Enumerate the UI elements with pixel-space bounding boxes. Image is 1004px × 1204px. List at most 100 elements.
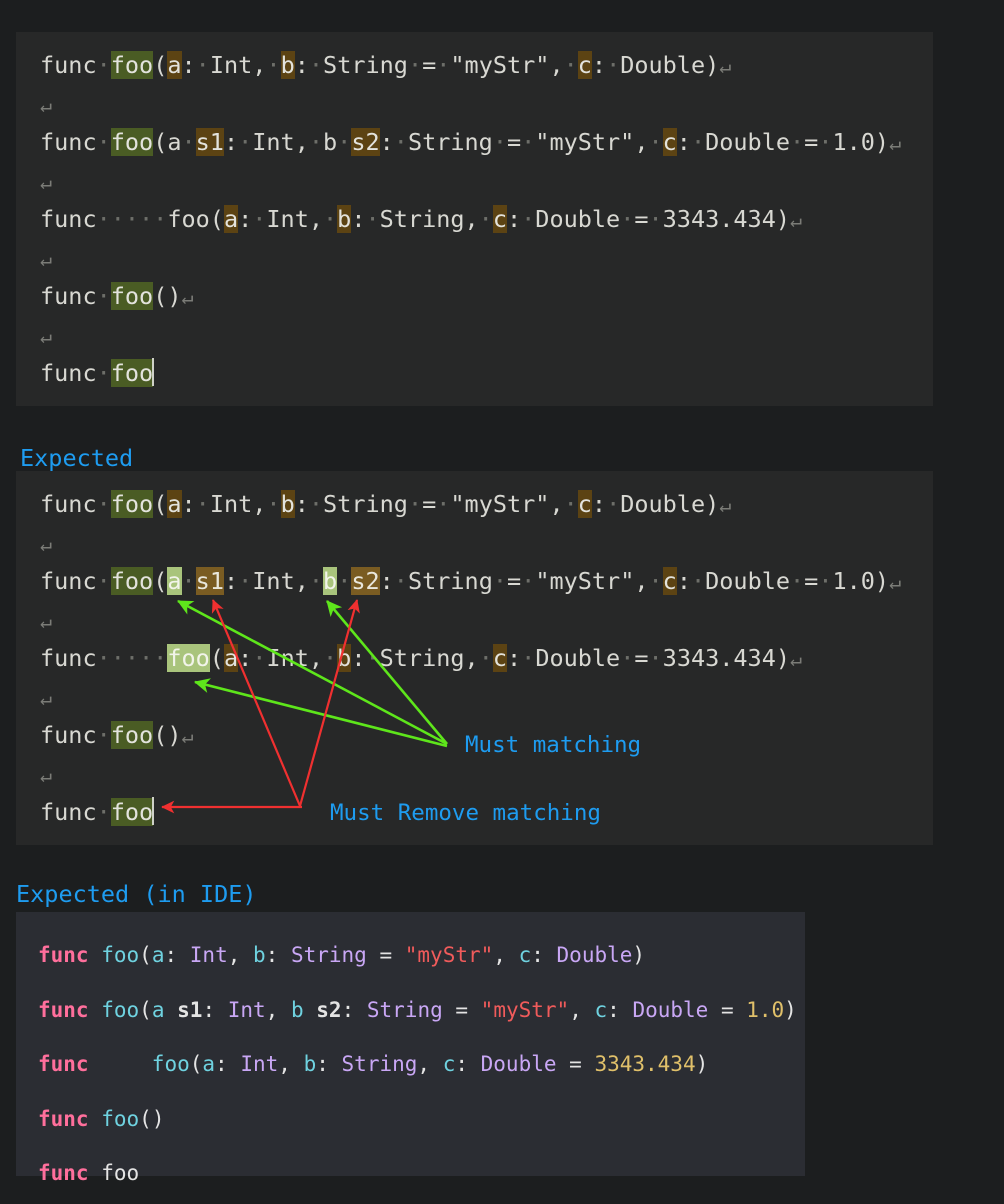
code-token: Int, bbox=[209, 490, 267, 518]
expected-line: func·foo(a:·Int,·b:·String·=·"myStr",·c:… bbox=[40, 485, 933, 524]
code-token: Double bbox=[632, 997, 709, 1022]
highlight-chip: foo bbox=[110, 490, 154, 518]
code-token: : bbox=[341, 997, 367, 1022]
code-token: c bbox=[442, 1052, 456, 1076]
expected-line: ↵ bbox=[40, 755, 933, 794]
code-token: Double) bbox=[620, 51, 720, 79]
code-token: · bbox=[308, 128, 324, 156]
highlight-chip: a bbox=[167, 51, 182, 79]
highlight-chip: s1 bbox=[195, 128, 224, 156]
code-token: foo bbox=[101, 1161, 140, 1185]
code-token: , bbox=[278, 1052, 304, 1076]
code-token: · bbox=[790, 567, 805, 595]
code-token: ( bbox=[153, 51, 168, 79]
code-token: = bbox=[708, 997, 747, 1022]
code-token: Int bbox=[189, 943, 228, 967]
code-token: foo( bbox=[167, 205, 224, 233]
code-token: · bbox=[96, 721, 111, 749]
code-token: · bbox=[690, 567, 706, 595]
code-token: ( bbox=[189, 1052, 203, 1076]
code-token: : bbox=[181, 51, 196, 79]
code-token: · bbox=[308, 567, 324, 595]
actual-line: ↵ bbox=[40, 85, 933, 124]
code-token: · bbox=[563, 51, 578, 79]
code-token: func bbox=[38, 997, 89, 1022]
code-token: : bbox=[531, 943, 557, 967]
code-token: · bbox=[620, 644, 635, 672]
highlight-chip: s1 bbox=[195, 567, 224, 595]
code-token: · bbox=[521, 128, 536, 156]
code-token: a bbox=[151, 943, 165, 967]
code-token: s2 bbox=[316, 997, 342, 1022]
actual-line: ↵ bbox=[40, 316, 933, 355]
code-token: 3343.434) bbox=[662, 644, 791, 672]
code-block-ide[interactable]: func foo(a: Int, b: String = "myStr", c:… bbox=[16, 912, 805, 1185]
code-token: String bbox=[407, 128, 493, 156]
code-token: · bbox=[818, 567, 833, 595]
label-must-remove-matching: Must Remove matching bbox=[330, 800, 601, 826]
code-token: · bbox=[492, 567, 507, 595]
code-token: · bbox=[606, 490, 621, 518]
code-token: "myStr" bbox=[480, 997, 570, 1022]
highlight-chip: a bbox=[223, 205, 239, 233]
expected-line: func·····foo(a:·Int,·b:·String,·c:·Doubl… bbox=[40, 639, 933, 678]
code-token: func bbox=[40, 798, 97, 826]
code-token: · bbox=[308, 490, 324, 518]
actual-line: ↵ bbox=[40, 162, 933, 201]
code-token: : bbox=[676, 567, 691, 595]
code-token: · bbox=[96, 51, 111, 79]
actual-line: func·····foo(a:·Int,·b:·String,·c:·Doubl… bbox=[40, 200, 933, 239]
code-token: , bbox=[227, 943, 254, 967]
highlight-chip: a bbox=[223, 644, 239, 672]
ide-line: func foo(a: Int, b: String = "myStr", c:… bbox=[38, 928, 805, 983]
code-token: foo bbox=[101, 943, 140, 967]
highlight-chip: c bbox=[662, 128, 677, 156]
code-token: 3343.434 bbox=[594, 1052, 696, 1076]
highlight-chip: b bbox=[280, 51, 295, 79]
highlight-chip: b bbox=[337, 205, 352, 233]
code-token: ↵ bbox=[889, 131, 902, 155]
code-token: Double bbox=[480, 1052, 557, 1076]
highlight-chip: foo bbox=[110, 282, 154, 310]
highlight-chip: foo bbox=[110, 51, 154, 79]
actual-line: ↵ bbox=[40, 239, 933, 278]
highlight-chip: b bbox=[323, 567, 338, 595]
code-token: Int, bbox=[209, 51, 267, 79]
expected-line: ↵ bbox=[40, 678, 933, 717]
code-token: : bbox=[455, 1052, 481, 1076]
code-token: c bbox=[594, 997, 608, 1022]
code-token: = bbox=[634, 205, 649, 233]
highlight-chip: foo bbox=[110, 721, 154, 749]
code-token: ↵ bbox=[40, 531, 53, 556]
code-token: ↵ bbox=[790, 208, 803, 232]
code-token: b bbox=[253, 943, 266, 967]
highlight-chip: foo bbox=[110, 567, 154, 595]
expected-line: ↵ bbox=[40, 524, 933, 563]
code-token: () bbox=[153, 282, 182, 310]
ide-line: func foo(a: Int, b: String, c: Double = … bbox=[38, 1037, 805, 1092]
code-token: func bbox=[38, 1052, 89, 1076]
code-token: String, bbox=[379, 205, 479, 233]
code-token: · bbox=[96, 359, 111, 387]
highlight-chip: c bbox=[492, 205, 507, 233]
code-token: Double bbox=[535, 205, 621, 233]
code-token: : bbox=[506, 205, 522, 233]
code-token: ↵ bbox=[40, 762, 53, 787]
code-token: · bbox=[648, 644, 663, 672]
code-token: ( bbox=[153, 490, 168, 518]
code-token: · bbox=[337, 567, 352, 595]
code-token: "myStr", bbox=[450, 490, 564, 518]
code-block-actual[interactable]: func·foo(a:·Int,·b:·String·=·"myStr",·c:… bbox=[16, 32, 933, 406]
caption-expected-ide: Expected (in IDE) bbox=[16, 880, 257, 908]
ide-line: func foo bbox=[38, 1146, 805, 1201]
highlight-chip: b bbox=[337, 644, 352, 672]
code-token: 1.0) bbox=[832, 567, 890, 595]
code-token: 1.0 bbox=[746, 997, 785, 1022]
code-token: · bbox=[521, 644, 536, 672]
code-token: func bbox=[40, 205, 97, 233]
code-token: foo bbox=[151, 1052, 190, 1076]
code-token: · bbox=[337, 128, 352, 156]
code-block-expected[interactable]: func·foo(a:·Int,·b:·String·=·"myStr",·c:… bbox=[16, 471, 933, 845]
